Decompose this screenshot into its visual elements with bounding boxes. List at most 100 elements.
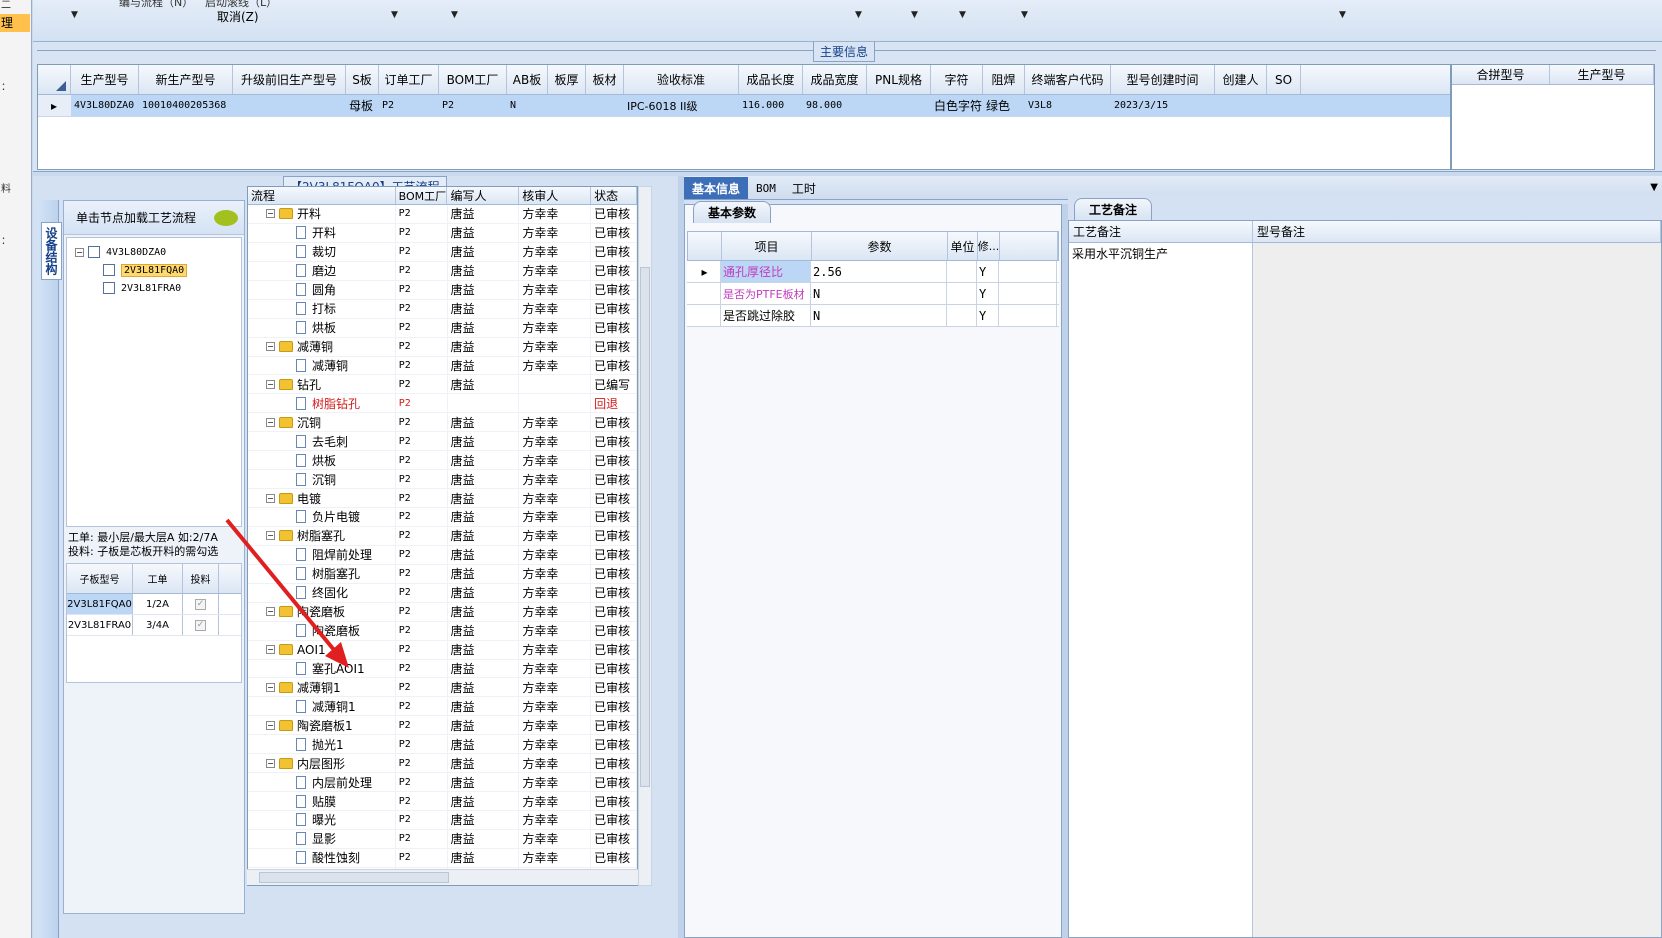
table-cell[interactable]: 沉铜 [248,470,396,489]
table-cell[interactable]: 已审核 [591,508,637,526]
table-cell[interactable]: − 沉铜 [248,413,396,432]
table-cell[interactable]: 方幸幸 [519,545,592,564]
column-header[interactable]: 修... [978,232,1000,260]
table-cell[interactable]: P2 [396,261,448,280]
table-cell[interactable]: 唐益 [448,829,520,848]
table-cell[interactable]: 方幸幸 [519,337,592,356]
column-header[interactable]: 编写人 [447,187,520,204]
table-cell[interactable]: 2.56 [811,261,947,282]
table-cell[interactable]: P2 [396,375,448,394]
table-cell[interactable]: 显影 [248,829,396,848]
process-group-row[interactable]: − 减薄铜1 P2 唐益 方幸幸 已审核 [248,678,637,698]
table-cell[interactable]: P2 [396,413,448,432]
collapse-icon[interactable]: − [266,417,275,427]
table-cell[interactable]: 唐益 [448,678,520,697]
table-cell[interactable] [519,394,592,413]
table-cell[interactable]: 方幸幸 [519,697,592,716]
table-cell[interactable]: 抛光1 [248,735,396,754]
process-group-row[interactable]: − 内层图形 P2 唐益 方幸幸 已审核 [248,754,637,774]
chevron-down-icon[interactable]: ▼ [71,10,78,20]
table-cell[interactable]: 方幸幸 [519,659,592,678]
table-cell[interactable]: 唐益 [448,508,520,526]
column-header[interactable]: 升级前旧生产型号 [233,65,346,94]
table-cell[interactable]: 方幸幸 [519,470,592,489]
table-cell[interactable]: 唐益 [448,205,520,223]
table-cell[interactable]: P2 [396,773,448,792]
table-cell[interactable]: 方幸幸 [519,811,592,829]
checkbox-icon[interactable]: ✓ [195,598,206,610]
column-header[interactable]: AB板 [507,65,548,94]
table-cell[interactable]: 方幸幸 [519,829,592,848]
table-cell[interactable]: 方幸幸 [519,356,592,375]
table-cell[interactable]: 唐益 [448,545,520,564]
chevron-down-icon[interactable]: ▼ [959,10,966,20]
left-selected-tab[interactable]: 理 [0,14,30,32]
table-cell[interactable]: P2 [396,432,448,451]
chevron-down-icon[interactable]: ▼ [1650,182,1658,193]
table-cell[interactable]: P2 [396,829,448,848]
column-header[interactable]: 验收标准 [624,65,739,94]
scrollbar-thumb[interactable] [259,872,449,883]
table-cell[interactable]: 方幸幸 [519,261,592,280]
column-header[interactable]: 工单 [133,564,183,593]
column-header[interactable]: 订单工厂 [379,65,439,94]
table-cell[interactable]: 1/2A [133,594,183,614]
table-cell[interactable]: P2 [396,356,448,375]
table-cell[interactable]: 已审核 [591,773,637,792]
table-cell[interactable]: 唐益 [448,526,520,545]
process-step-row[interactable]: 树脂钻孔 P2 回退 [248,394,637,414]
column-header[interactable]: 生产型号 [1550,65,1654,84]
table-cell[interactable]: P2 [396,659,448,678]
table-cell[interactable]: P2 [396,223,448,242]
table-cell[interactable]: 已审核 [591,432,637,451]
table-cell[interactable]: 98.000 [803,95,867,116]
table-cell[interactable]: 已编写 [591,375,637,394]
table-cell[interactable]: 2V3L81FQA0 [67,594,133,614]
table-cell[interactable]: 已审核 [591,470,637,489]
tab-work-hours[interactable]: 工时 [784,177,824,199]
column-header[interactable]: 子板型号 [67,564,133,593]
table-cell[interactable]: 已审核 [591,659,637,678]
table-cell[interactable]: 母板 [346,95,379,116]
table-cell[interactable]: 已审核 [591,356,637,375]
table-row[interactable]: 是否为PTFE板材 N Y [687,283,1059,305]
table-cell[interactable]: 方幸幸 [519,489,592,507]
table-cell[interactable]: 裁切 [248,242,396,261]
tab-bom[interactable]: BOM [748,177,784,199]
column-header[interactable]: 成品长度 [739,65,803,94]
table-cell[interactable]: 已审核 [591,716,637,735]
table-cell[interactable]: P2 [396,318,448,337]
table-cell[interactable] [586,95,624,116]
table-cell[interactable]: Y [977,261,999,282]
table-cell[interactable]: 圆角 [248,280,396,299]
table-cell[interactable]: P2 [396,583,448,602]
column-header[interactable]: 核审人 [519,187,592,204]
table-cell[interactable]: 唐益 [448,659,520,678]
vertical-scrollbar[interactable] [638,186,652,886]
table-cell[interactable]: 唐益 [448,375,520,394]
collapse-icon[interactable]: − [266,342,275,352]
process-group-row[interactable]: − 沉铜 P2 唐益 方幸幸 已审核 [248,413,637,433]
table-cell[interactable]: 已审核 [591,223,637,242]
process-step-row[interactable]: 磨边 P2 唐益 方幸幸 已审核 [248,261,637,281]
column-header[interactable]: BOM工厂 [396,187,448,204]
table-cell[interactable]: 唐益 [448,848,520,867]
table-cell[interactable]: 树脂钻孔 [248,394,396,413]
table-cell[interactable] [947,305,977,326]
table-cell[interactable]: N [811,283,947,304]
column-header[interactable]: 投料 [183,564,219,593]
table-cell[interactable]: 方幸幸 [519,602,592,621]
table-cell[interactable]: P2 [396,754,448,773]
table-cell[interactable]: 唐益 [448,583,520,602]
table-cell[interactable]: P2 [379,95,439,116]
table-cell[interactable]: 唐益 [448,735,520,754]
chevron-down-icon[interactable]: ▼ [391,10,398,20]
table-cell[interactable]: − 电镀 [248,489,396,507]
table-cell[interactable]: Y [977,305,999,326]
table-cell[interactable]: 唐益 [448,432,520,451]
table-cell[interactable]: 磨边 [248,261,396,280]
table-cell[interactable]: 唐益 [448,318,520,337]
table-cell[interactable]: 3/4A [133,615,183,635]
process-step-row[interactable]: 圆角 P2 唐益 方幸幸 已审核 [248,280,637,300]
tab-process-note[interactable]: 工艺备注 [1074,198,1153,220]
